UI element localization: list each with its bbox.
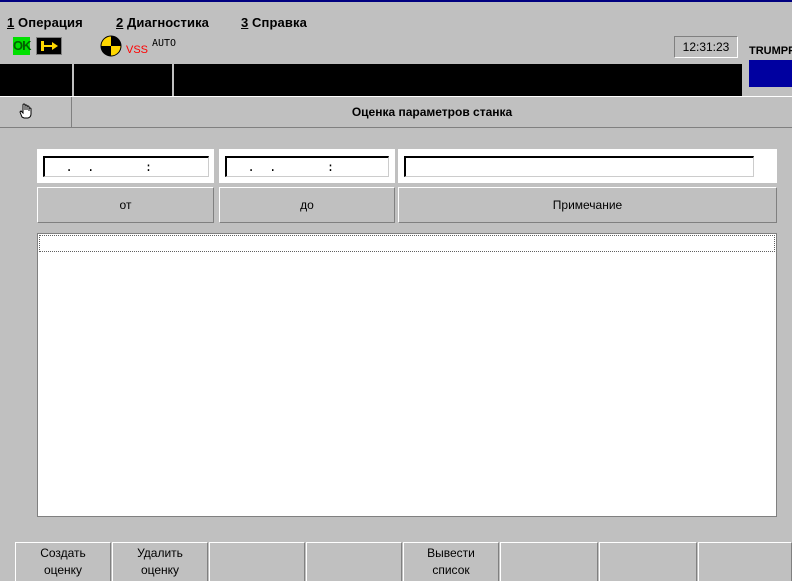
- softkey-8[interactable]: [698, 542, 792, 581]
- softkey-4[interactable]: [306, 542, 402, 581]
- enter-arrow-icon: [36, 37, 62, 55]
- brand-panel: TRUMPF: [742, 32, 792, 96]
- from-column-header[interactable]: от: [37, 187, 214, 223]
- note-field-cell: [398, 149, 777, 183]
- status-bar: OK VSS AUTO 12:31:23: [0, 32, 792, 64]
- menu-item-diagnostics[interactable]: 2 Диагностика: [116, 15, 209, 30]
- button-label: Вывести: [427, 546, 475, 560]
- menu-label: Диагностика: [123, 15, 209, 30]
- menu-label: Операция: [14, 15, 83, 30]
- button-label: список: [432, 563, 470, 577]
- menu-item-help[interactable]: 3 Справка: [241, 15, 307, 30]
- softkey-7[interactable]: [599, 542, 697, 581]
- to-field-cell: . . :: [219, 149, 395, 183]
- brand-color-block: [749, 60, 792, 87]
- delete-evaluation-button[interactable]: Удалить оценку: [112, 542, 208, 581]
- softkey-bar: Создать оценку Удалить оценку Вывести списо…: [0, 532, 792, 581]
- hand-icon: [19, 103, 32, 119]
- list-item-selected[interactable]: [39, 235, 775, 252]
- target-icon: [100, 35, 122, 57]
- button-label: оценку: [43, 563, 83, 577]
- clock: 12:31:23: [674, 36, 738, 58]
- message-bar-divider: [172, 64, 174, 96]
- menu-item-operation[interactable]: 1 Операция: [7, 15, 83, 30]
- button-label: Удалить: [137, 546, 183, 560]
- button-label: оценку: [140, 563, 180, 577]
- title-row: Оценка параметров станка: [0, 96, 792, 128]
- ok-status-badge: OK: [13, 37, 32, 55]
- to-date-input[interactable]: . . :: [225, 156, 389, 177]
- menu-label: Справка: [248, 15, 307, 30]
- output-list-button[interactable]: Вывести список: [403, 542, 499, 581]
- menu-bar: 1 Операция 2 Диагностика 3 Справка: [0, 2, 792, 32]
- main-panel: . . : . . : от до Примечание: [0, 130, 792, 532]
- softkey-3[interactable]: [209, 542, 305, 581]
- page-title: Оценка параметров станка: [351, 105, 513, 119]
- message-bar: [0, 64, 742, 96]
- note-input[interactable]: [404, 156, 754, 177]
- message-bar-divider: [72, 64, 74, 96]
- mode-indicator: AUTO: [152, 38, 177, 49]
- evaluation-list[interactable]: [37, 233, 777, 517]
- brand-logo: TRUMPF: [749, 45, 792, 57]
- note-column-header[interactable]: Примечание: [398, 187, 777, 223]
- button-label: Создать: [40, 546, 86, 560]
- create-evaluation-button[interactable]: Создать оценку: [15, 542, 111, 581]
- from-field-cell: . . :: [37, 149, 214, 183]
- from-date-input[interactable]: . . :: [43, 156, 209, 177]
- hand-button[interactable]: [0, 97, 72, 127]
- softkey-6[interactable]: [500, 542, 598, 581]
- vss-indicator: VSS: [126, 44, 149, 56]
- to-column-header[interactable]: до: [219, 187, 395, 223]
